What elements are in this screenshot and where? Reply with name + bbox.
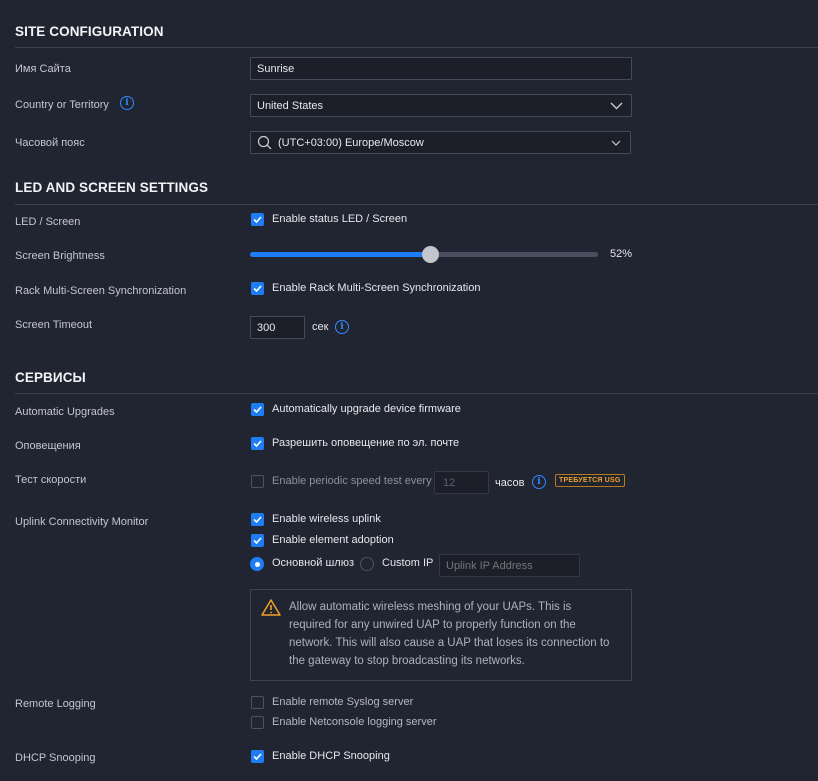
speed-test-option-label: Enable periodic speed test every xyxy=(272,475,432,487)
dhcp-snooping-option-label: Enable DHCP Snooping xyxy=(272,750,390,762)
led-label: LED / Screen xyxy=(15,216,81,228)
chevron-down-icon xyxy=(611,140,621,146)
mesh-warning-line: Allow automatic wireless meshing of your… xyxy=(289,601,572,613)
auto-upgrade-checkbox[interactable] xyxy=(251,403,264,416)
element-adoption-option-label: Enable element adoption xyxy=(272,534,394,546)
divider xyxy=(15,204,818,205)
check-icon xyxy=(253,440,262,447)
gateway-radio-label: Основной шлюз xyxy=(272,557,355,569)
check-icon xyxy=(253,753,262,760)
site-name-input[interactable]: Sunrise xyxy=(250,57,632,80)
country-label: Country or Territory xyxy=(15,99,109,111)
brightness-slider-fill xyxy=(250,252,431,257)
check-icon xyxy=(253,285,262,292)
dhcp-snooping-label: DHCP Snooping xyxy=(15,752,96,764)
uplink-monitor-label: Uplink Connectivity Monitor xyxy=(15,516,149,528)
auto-upgrade-label: Automatic Upgrades xyxy=(15,406,115,418)
chevron-down-icon xyxy=(610,102,623,109)
speed-test-label: Тест скорости xyxy=(15,474,87,486)
speed-test-interval-input[interactable]: 12 xyxy=(434,471,489,494)
uplink-ip-input[interactable] xyxy=(439,554,580,577)
check-icon xyxy=(253,406,262,413)
site-name-label: Имя Сайта xyxy=(15,63,71,75)
element-adoption-checkbox[interactable] xyxy=(251,534,264,547)
info-icon[interactable]: i xyxy=(532,475,546,489)
country-select[interactable]: United States xyxy=(250,94,632,117)
timeout-unit: сек xyxy=(312,321,329,333)
netconsole-checkbox[interactable] xyxy=(251,716,264,729)
email-notify-option-label: Разрешить оповещение по эл. почте xyxy=(272,437,460,449)
wireless-uplink-checkbox[interactable] xyxy=(251,513,264,526)
brightness-label: Screen Brightness xyxy=(15,250,105,262)
brightness-value: 52% xyxy=(610,248,633,260)
gateway-radio[interactable] xyxy=(250,557,264,571)
rack-sync-label: Rack Multi-Screen Synchronization xyxy=(15,285,187,297)
mesh-warning-text: Allow automatic wireless meshing of your… xyxy=(289,598,609,670)
warning-icon xyxy=(261,599,281,616)
timezone-select[interactable]: (UTC+03:00) Europe/Moscow xyxy=(250,131,631,154)
info-icon[interactable]: i xyxy=(120,96,134,110)
syslog-option-label: Enable remote Syslog server xyxy=(272,696,414,708)
divider xyxy=(15,393,818,394)
mesh-warning-line: required for any unwired UAP to properly… xyxy=(289,619,576,631)
email-notify-checkbox[interactable] xyxy=(251,437,264,450)
country-select-value: United States xyxy=(257,99,324,112)
speed-test-checkbox[interactable] xyxy=(251,475,264,488)
auto-upgrade-option-label: Automatically upgrade device firmware xyxy=(272,403,461,415)
remote-logging-label: Remote Logging xyxy=(15,698,96,710)
mesh-warning-line: network. This will also cause a UAP that… xyxy=(289,637,610,649)
check-icon xyxy=(253,216,262,223)
section-title-led: LED AND SCREEN SETTINGS xyxy=(15,180,209,195)
rack-sync-checkbox[interactable] xyxy=(251,282,264,295)
led-checkbox[interactable] xyxy=(251,213,264,226)
brightness-slider-handle[interactable] xyxy=(422,246,440,263)
info-icon[interactable]: i xyxy=(335,320,349,334)
led-option-label: Enable status LED / Screen xyxy=(272,213,408,225)
search-icon xyxy=(257,135,272,150)
timeout-label: Screen Timeout xyxy=(15,319,93,331)
notifications-label: Оповещения xyxy=(15,440,81,452)
custom-ip-radio[interactable] xyxy=(360,557,374,571)
check-icon xyxy=(253,537,262,544)
custom-ip-radio-label: Custom IP xyxy=(382,557,434,569)
divider xyxy=(15,47,818,48)
speed-test-unit: часов xyxy=(495,477,525,489)
section-title-services: СЕРВИСЫ xyxy=(15,370,86,385)
mesh-warning-box: Allow automatic wireless meshing of your… xyxy=(250,589,632,681)
timezone-label: Часовой пояс xyxy=(15,137,85,149)
timezone-select-value: (UTC+03:00) Europe/Moscow xyxy=(278,136,424,149)
syslog-checkbox[interactable] xyxy=(251,696,264,709)
check-icon xyxy=(253,516,262,523)
rack-sync-option-label: Enable Rack Multi-Screen Synchronization xyxy=(272,282,481,294)
netconsole-option-label: Enable Netconsole logging server xyxy=(272,716,437,728)
mesh-warning-line: the gateway to stop broadcasting its net… xyxy=(289,655,525,667)
dhcp-snooping-checkbox[interactable] xyxy=(251,750,264,763)
wireless-uplink-option-label: Enable wireless uplink xyxy=(272,513,381,525)
section-title-site: SITE CONFIGURATION xyxy=(15,24,164,39)
requires-usg-badge: ТРЕБУЕТСЯ USG xyxy=(555,474,625,487)
timeout-input[interactable]: 300 xyxy=(250,316,305,339)
